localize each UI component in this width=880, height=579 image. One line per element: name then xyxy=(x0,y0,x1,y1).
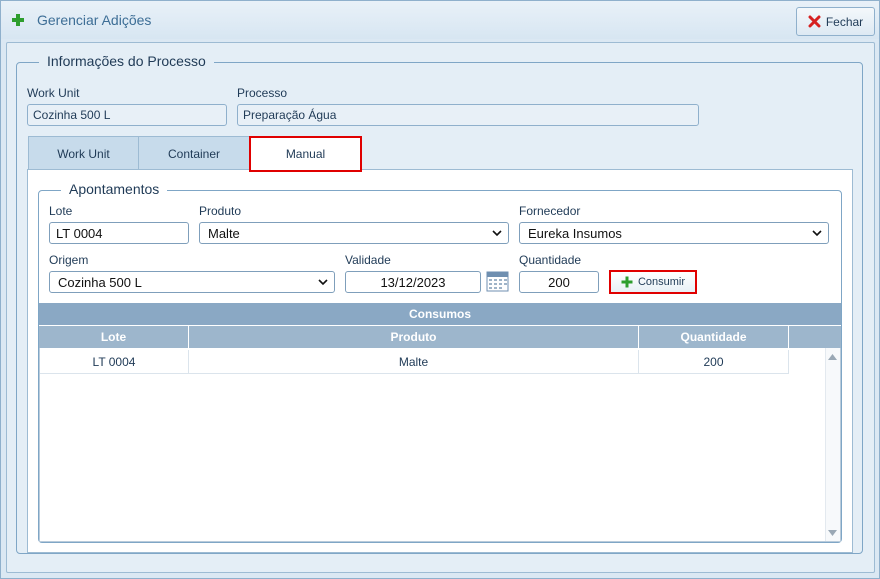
fornecedor-label: Fornecedor xyxy=(519,204,581,218)
lote-input[interactable]: LT 0004 xyxy=(49,222,189,244)
quantidade-input[interactable]: 200 xyxy=(519,271,599,293)
tab-work-unit[interactable]: Work Unit xyxy=(28,136,139,170)
table-row-cell-quantidade[interactable]: 200 xyxy=(639,350,789,374)
validade-input[interactable]: 13/12/2023 xyxy=(345,271,481,293)
produto-label: Produto xyxy=(199,204,242,218)
processo-field: Preparação Água xyxy=(237,104,699,126)
produto-select[interactable]: Malte xyxy=(199,222,509,244)
quantidade-label: Quantidade xyxy=(519,253,582,267)
tab-manual[interactable]: Manual xyxy=(249,136,362,172)
vertical-scrollbar[interactable] xyxy=(825,348,840,541)
column-header-quantidade[interactable]: Quantidade xyxy=(639,326,789,348)
lote-label: Lote xyxy=(49,204,73,218)
consumos-grid-title: Consumos xyxy=(39,303,841,325)
plus-icon xyxy=(621,276,633,288)
processo-label: Processo xyxy=(237,86,288,100)
work-unit-field: Cozinha 500 L xyxy=(27,104,227,126)
close-button-label: Fechar xyxy=(825,14,864,29)
close-icon xyxy=(808,15,821,28)
fornecedor-select-value: Eureka Insumos xyxy=(528,226,622,241)
table-row-cell-produto[interactable]: Malte xyxy=(189,350,639,374)
dialog-title: Gerenciar Adições xyxy=(37,12,152,28)
chevron-down-icon xyxy=(318,279,328,286)
origem-label: Origem xyxy=(49,253,89,267)
close-button[interactable]: Fechar xyxy=(796,7,875,36)
chevron-down-icon xyxy=(492,230,502,237)
validade-label: Validade xyxy=(345,253,391,267)
scroll-down-icon[interactable] xyxy=(828,530,837,536)
consume-button-label: Consumir xyxy=(637,276,686,288)
consumos-grid-body xyxy=(39,348,841,542)
consume-button[interactable]: Consumir xyxy=(609,270,697,294)
produto-select-value: Malte xyxy=(208,226,240,241)
calendar-icon[interactable] xyxy=(486,270,509,292)
titlebar: Gerenciar Adições Fechar xyxy=(1,1,879,39)
work-unit-label: Work Unit xyxy=(27,86,80,100)
column-header-filler xyxy=(789,326,841,348)
column-header-produto[interactable]: Produto xyxy=(189,326,639,348)
process-info-legend: Informações do Processo xyxy=(39,53,214,69)
apontamentos-legend: Apontamentos xyxy=(61,181,168,197)
chevron-down-icon xyxy=(812,230,822,237)
plus-icon xyxy=(12,14,24,26)
origem-select[interactable]: Cozinha 500 L xyxy=(49,271,335,293)
table-row-cell-lote[interactable]: LT 0004 xyxy=(40,350,189,374)
origem-select-value: Cozinha 500 L xyxy=(58,275,142,290)
scroll-up-icon[interactable] xyxy=(828,354,837,360)
tab-container[interactable]: Container xyxy=(138,136,250,170)
dialog-window: Gerenciar Adições Fechar Informações do … xyxy=(0,0,880,579)
fornecedor-select[interactable]: Eureka Insumos xyxy=(519,222,829,244)
column-header-lote[interactable]: Lote xyxy=(39,326,189,348)
